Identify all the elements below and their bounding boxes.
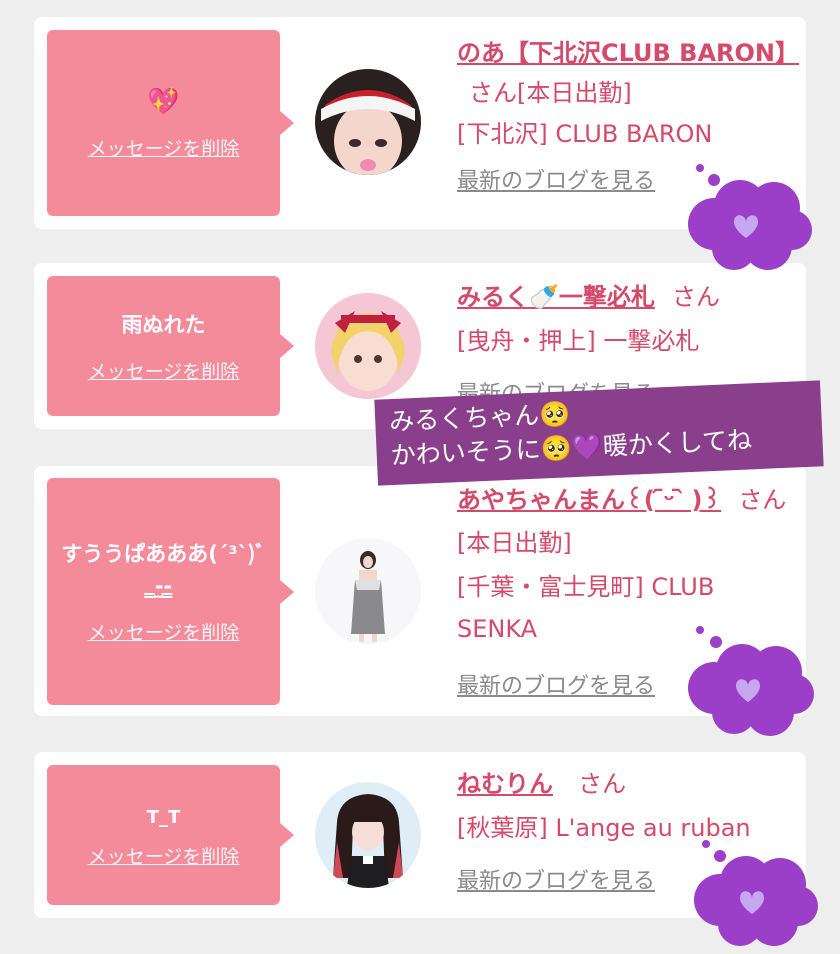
message-bubble: すううぱあああ(´³`)ﾞ ̳-̫-̳ メッセージを削除: [47, 478, 294, 705]
shop-name: [曳舟・押上] 一撃必札: [457, 327, 700, 355]
avatar[interactable]: [315, 782, 421, 888]
message-bubble: T_T メッセージを削除: [47, 765, 294, 905]
san-label: さん: [578, 770, 627, 798]
avatar[interactable]: [315, 538, 421, 644]
avatar[interactable]: [315, 293, 421, 399]
message-text: 💖: [147, 86, 180, 117]
message-bubble: 雨ぬれた メッセージを削除: [47, 276, 294, 416]
cast-name-link[interactable]: ねむりん: [457, 770, 553, 798]
san-label: さん: [738, 486, 787, 514]
message-text: 雨ぬれた: [121, 312, 206, 337]
cast-name-link[interactable]: あやちゃんまん꒰( ᷇ᵕ ᷆ )꒱: [457, 486, 721, 514]
avatar[interactable]: [315, 69, 421, 175]
heart-cloud-sticker: [688, 164, 812, 270]
delete-message-link[interactable]: メッセージを削除: [88, 842, 240, 869]
san-label: さん: [469, 79, 517, 107]
shop-name: [下北沢] CLUB BARON: [457, 120, 713, 148]
cast-name-link[interactable]: みるく🍼一撃必札: [457, 283, 655, 311]
status-label: [本日出勤]: [517, 79, 632, 107]
heart-cloud-sticker: [688, 626, 814, 736]
message-bubble: 💖 メッセージを削除: [47, 30, 294, 216]
message-text: T_T: [146, 806, 181, 828]
cast-name-link[interactable]: のあ【下北沢CLUB BARON】: [457, 39, 799, 67]
san-label: さん: [671, 283, 720, 311]
status-label: [本日出勤]: [457, 529, 572, 557]
message-text: すううぱあああ(´³`)ﾞ ̳-̫-̳: [61, 542, 266, 598]
delete-message-link[interactable]: メッセージを削除: [88, 357, 240, 384]
delete-message-link[interactable]: メッセージを削除: [88, 134, 240, 161]
heart-cloud-sticker: [694, 840, 818, 946]
delete-message-link[interactable]: メッセージを削除: [88, 618, 240, 645]
